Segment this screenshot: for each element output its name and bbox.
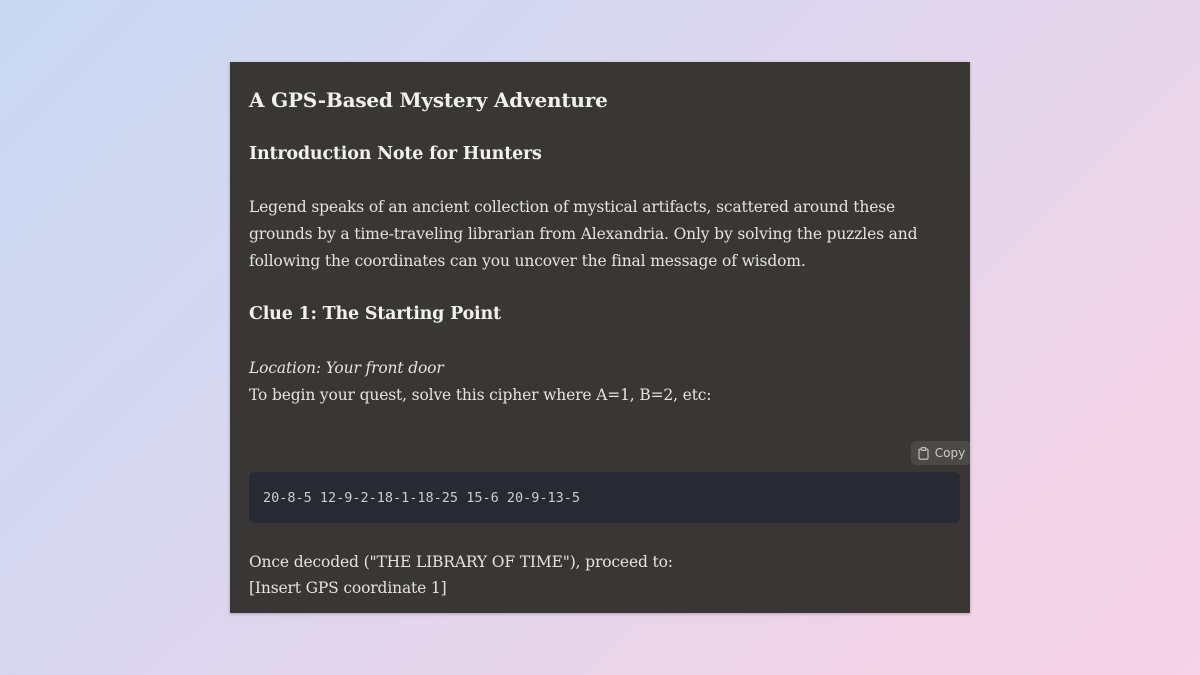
clipboard-icon (918, 446, 929, 460)
artifact-card: A GPS-Based Mystery Adventure Introducti… (230, 62, 970, 613)
cipher-code-block[interactable]: 20-8-5 12-9-2-18-1-18-25 15-6 20-9-13-5 (249, 472, 960, 523)
clue-1-coordinate: [Insert GPS coordinate 1] (249, 579, 447, 597)
document-title: A GPS-Based Mystery Adventure (249, 88, 608, 112)
intro-heading: Introduction Note for Hunters (249, 144, 542, 164)
intro-paragraph: Legend speaks of an ancient collection o… (249, 198, 918, 270)
clue-1-instruction: To begin your quest, solve this cipher w… (249, 386, 712, 404)
copy-code-button[interactable]: Copy (911, 441, 970, 465)
copy-label: Copy (934, 446, 966, 460)
clue-1-location: Location: Your front door (249, 359, 444, 377)
cipher-code-text: 20-8-5 12-9-2-18-1-18-25 15-6 20-9-13-5 (263, 489, 580, 506)
clue-1-decoded-text: Once decoded ("THE LIBRARY OF TIME"), pr… (249, 553, 673, 571)
clue-1-heading: Clue 1: The Starting Point (249, 304, 501, 324)
